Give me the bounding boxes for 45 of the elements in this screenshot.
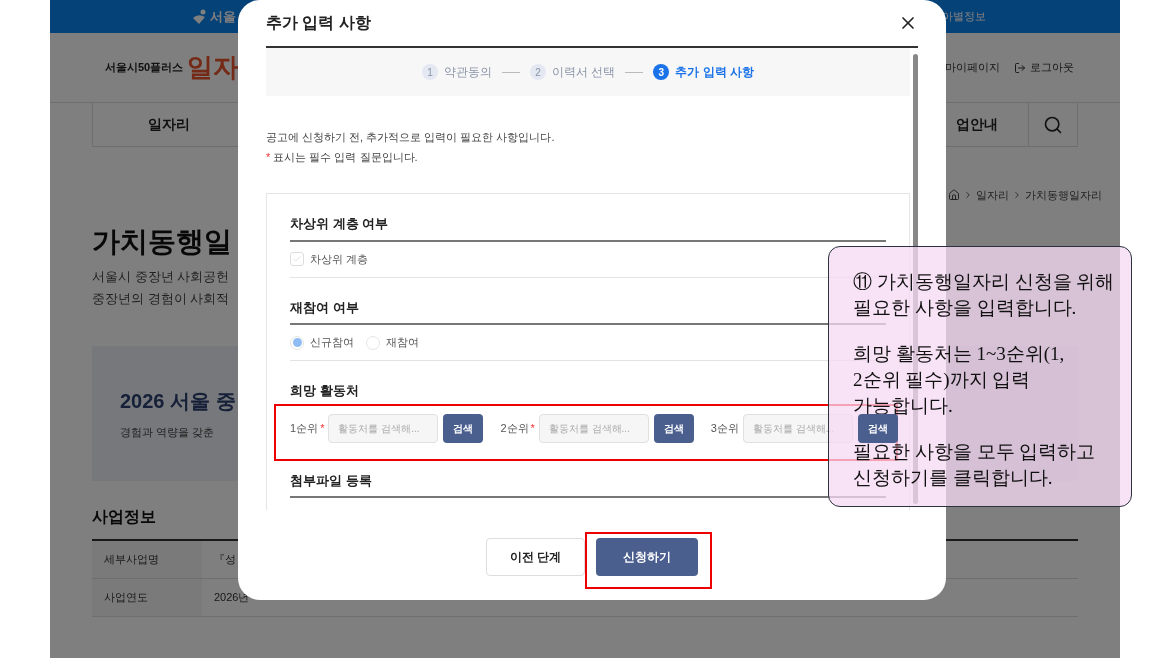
priority-label: 3순위: [710, 421, 739, 437]
table-cell-text: 『성: [213, 551, 236, 567]
page-title: 가치동행일: [92, 224, 232, 259]
required-note: * 표시는 필수 입력 질문입니다.: [266, 150, 419, 165]
banner-title: 2026 서울 중: [120, 388, 236, 414]
section-title: 차상위 계층 여부: [290, 215, 389, 233]
section-title: 재참여 여부: [290, 298, 359, 317]
callout-text: 필요한 사항을 모두 입력하고 신청하기를 클릭합니다.: [853, 440, 1097, 490]
user-link[interactable]: 마이페이지: [945, 59, 1000, 76]
banner-text: 경험과 역량을 갖춘: [120, 424, 215, 440]
brand-prefix: 서울시50플러스: [105, 60, 184, 76]
table-header-cell: 세부사업명: [92, 540, 202, 578]
previous-button[interactable]: 이전 단계: [486, 538, 585, 576]
priority-label: 2순위 *: [500, 421, 535, 437]
breadcrumb-link[interactable]: 일자리: [976, 187, 1009, 204]
search-button[interactable]: 검색: [857, 414, 898, 443]
step-label: 약관동의: [444, 64, 492, 81]
site-logo-text: 서울: [210, 7, 236, 26]
intro-text: 공고에 신청하기 전, 추가적으로 입력이 필요한 사항입니다.: [266, 130, 556, 145]
breadcrumb-link[interactable]: 가치동행일자리: [1025, 187, 1102, 204]
table-cell-text: 2026년: [213, 589, 250, 605]
nav-item[interactable]: 업안내: [956, 103, 998, 146]
apply-button[interactable]: 신청하기: [596, 538, 698, 576]
search-button[interactable]: 검색: [653, 414, 694, 443]
callout-text: ⑪ 가치동행일자리 신청을 위해 필요한 사항을 입력합니다.: [853, 270, 1115, 320]
step-number: 3: [653, 64, 670, 80]
step-number: 2: [530, 64, 546, 80]
table-header-cell: 사업연도: [92, 578, 202, 616]
radio-option[interactable]: 재참여: [366, 334, 419, 351]
section-heading: 사업정보: [92, 506, 156, 527]
checkbox-option[interactable]: 차상위 계층: [290, 250, 369, 268]
search-field[interactable]: 활동처를 검색해...: [538, 414, 649, 443]
search-field[interactable]: 활동처를 검색해...: [328, 414, 439, 443]
intro-text: 중장년의 경험이 사회적: [92, 289, 230, 308]
section-title: 희망 활동처: [290, 382, 359, 400]
intro-text: 서울시 중장년 사회공헌: [92, 267, 230, 286]
step-number: 1: [422, 64, 438, 80]
step-label: 추가 입력 사항: [675, 64, 754, 81]
radio-option[interactable]: 신규참여: [290, 334, 354, 351]
modal-title: 추가 입력 사항: [266, 13, 371, 33]
user-link[interactable]: 로그아웃: [1014, 59, 1074, 76]
priority-label: 1순위 *: [290, 421, 325, 437]
search-button[interactable]: 검색: [443, 414, 484, 443]
step-label: 이력서 선택: [552, 64, 616, 81]
section-title: 첨부파일 등록: [290, 471, 372, 490]
